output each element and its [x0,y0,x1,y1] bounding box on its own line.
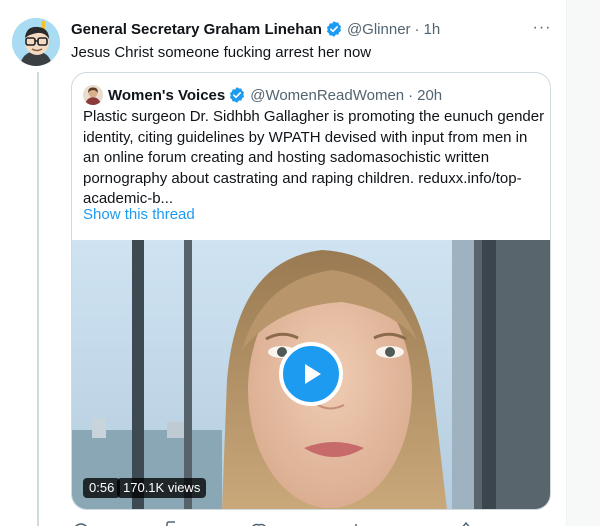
show-thread-link[interactable]: Show this thread [83,206,195,223]
verified-badge-icon [325,20,343,38]
quote-author-handle[interactable]: @WomenReadWomen [250,87,404,104]
video-player[interactable]: 0:56 170.1K views [72,240,550,509]
tweet-header: General Secretary Graham Linehan @Glinne… [71,17,556,41]
author-handle[interactable]: @Glinner [347,21,411,38]
tweet-text: Jesus Christ someone fucking arrest her … [71,44,372,61]
quote-avatar[interactable] [83,85,103,105]
retweet-icon [166,521,175,526]
separator-dot: · [408,86,414,104]
quote-author-name[interactable]: Women's Voices [108,87,225,104]
quote-time[interactable]: 20h [417,87,442,104]
video-duration: 0:56 [83,478,121,498]
thread-line [37,72,39,526]
quoted-tweet[interactable]: Women's Voices @WomenReadWomen · 20h Pla… [71,72,551,510]
action-bar [71,516,551,526]
author-name[interactable]: General Secretary Graham Linehan [71,21,322,38]
verified-badge-icon [228,86,246,104]
quote-header: Women's Voices @WomenReadWomen · 20h [83,85,442,105]
play-icon[interactable] [279,342,343,406]
right-column-edge [566,0,600,526]
more-icon[interactable]: ··· [532,18,552,38]
quote-text: Plastic surgeon Dr. Sidhbh Gallagher is … [83,108,545,207]
avatar[interactable] [12,18,60,66]
separator-dot: · [414,20,420,38]
tweet-time[interactable]: 1h [424,21,441,38]
tweet[interactable]: General Secretary Graham Linehan @Glinne… [0,0,566,526]
video-view-count: 170.1K views [117,478,207,498]
